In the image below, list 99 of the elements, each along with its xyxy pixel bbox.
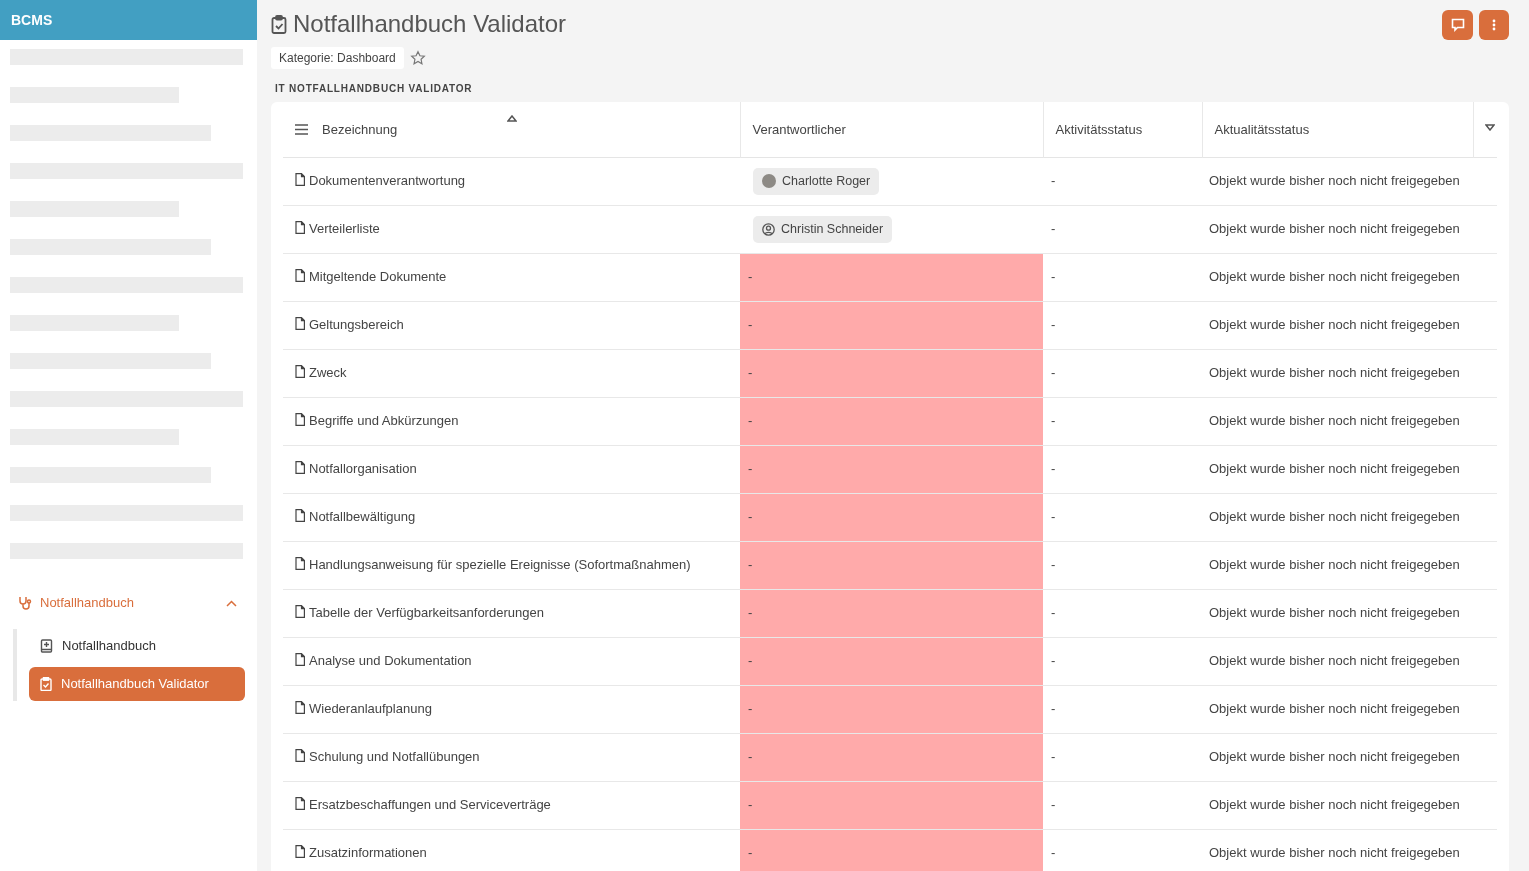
document-icon (295, 461, 305, 475)
table-cell: - (1043, 685, 1202, 733)
table-cell: Begriffe und Abkürzungen (283, 397, 740, 445)
clipboard-check-icon (40, 677, 52, 691)
menu-icon[interactable] (295, 123, 308, 135)
missing-cell: - (740, 781, 1043, 829)
table-cell: - (1043, 829, 1202, 871)
table-cell: - (1043, 253, 1202, 301)
table-cell: Objekt wurde bisher noch nicht freigegeben (1202, 493, 1497, 541)
document-icon (295, 221, 305, 235)
table-cell: Handlungsanweisung für spezielle Ereignisse (Sofortmaßnahmen) (283, 541, 740, 589)
person-chip[interactable]: Christin Schneider (753, 215, 893, 243)
table-cell: - (1043, 157, 1202, 205)
table-cell: - (1043, 541, 1202, 589)
missing-cell: - (740, 541, 1043, 589)
table-cell: Tabelle der Verfügbarkeitsanforderungen (283, 589, 740, 637)
table-cell: - (1043, 637, 1202, 685)
more-button[interactable] (1479, 9, 1509, 40)
table-cell: - (1043, 397, 1202, 445)
document-icon (295, 701, 305, 715)
table-cell: - (1043, 733, 1202, 781)
table-cell: Objekt wurde bisher noch nicht freigegeben (1202, 157, 1497, 205)
missing-cell: - (740, 445, 1043, 493)
missing-cell: - (740, 829, 1043, 871)
table-cell: Objekt wurde bisher noch nicht freigegeben (1202, 397, 1497, 445)
table-cell: Zusatzinformationen (283, 829, 740, 871)
sidebar-item[interactable]: Notfallhandbuch (29, 629, 245, 663)
clipboard-check-icon (271, 14, 287, 34)
star-icon[interactable] (409, 50, 426, 66)
table-cell: Analyse und Dokumentation (283, 637, 740, 685)
document-icon (295, 653, 305, 667)
table-cell: - (1043, 493, 1202, 541)
table-cell: Zweck (283, 349, 740, 397)
missing-cell: - (740, 253, 1043, 301)
column-header[interactable]: Aktivitätsstatus (1043, 102, 1202, 157)
column-header[interactable]: Aktualitätsstatus (1202, 102, 1473, 157)
table-cell: Objekt wurde bisher noch nicht freigegeben (1202, 349, 1497, 397)
document-icon (295, 749, 305, 763)
missing-cell: - (740, 493, 1043, 541)
table-cell: Objekt wurde bisher noch nicht freigegeben (1202, 205, 1497, 253)
comment-button[interactable] (1442, 9, 1473, 40)
document-icon (295, 845, 305, 859)
document-icon (295, 317, 305, 331)
table-cell: - (1043, 445, 1202, 493)
table-cell: Mitgeltende Dokumente (283, 253, 740, 301)
table-cell: Objekt wurde bisher noch nicht freigegeben (1202, 685, 1497, 733)
table-cell: Geltungsbereich (283, 301, 740, 349)
page-title: Notfallhandbuch Validator (293, 9, 567, 39)
category-label: Kategorie: Dashboard (271, 47, 404, 69)
user-circle-icon (762, 222, 775, 236)
table-cell: - (1043, 349, 1202, 397)
table-cell: Objekt wurde bisher noch nicht freigegeben (1202, 253, 1497, 301)
app-title: BCMS (0, 0, 257, 40)
column-header[interactable]: Bezeichnung (283, 102, 740, 157)
table-cell: - (1043, 301, 1202, 349)
table-cell: Objekt wurde bisher noch nicht freigegeben (1202, 637, 1497, 685)
table-cell: Objekt wurde bisher noch nicht freigegeben (1202, 733, 1497, 781)
table-cell: Objekt wurde bisher noch nicht freigegeben (1202, 589, 1497, 637)
comment-icon (1450, 17, 1465, 32)
table-cell: Objekt wurde bisher noch nicht freigegeben (1202, 781, 1497, 829)
table-cell: Dokumentenverantwortung (283, 157, 740, 205)
document-icon (295, 413, 305, 427)
table-cell: Notfallorganisation (283, 445, 740, 493)
book-icon (40, 639, 53, 653)
avatar (762, 174, 776, 188)
document-icon (295, 509, 305, 523)
table-cell: - (1043, 589, 1202, 637)
person-chip[interactable]: Charlotte Roger (753, 167, 880, 195)
missing-cell: - (740, 637, 1043, 685)
document-icon (295, 797, 305, 811)
column-header[interactable]: Verantwortlicher (740, 102, 1043, 157)
chevron-icon (226, 599, 237, 607)
table-cell: Objekt wurde bisher noch nicht freigegeben (1202, 301, 1497, 349)
missing-cell: - (740, 589, 1043, 637)
section-heading: IT NOTFALLHANDBUCH VALIDATOR (275, 82, 474, 96)
table-cell: Notfallbewältigung (283, 493, 740, 541)
missing-cell: - (740, 301, 1043, 349)
stethoscope-icon (18, 596, 32, 610)
document-icon (295, 605, 305, 619)
document-icon (295, 269, 305, 283)
table-cell: Verteilerliste (283, 205, 740, 253)
table-cell: Objekt wurde bisher noch nicht freigegeben (1202, 829, 1497, 871)
more-icon (1492, 18, 1496, 31)
sort-icon[interactable] (506, 115, 517, 122)
document-icon (295, 365, 305, 379)
missing-cell: - (740, 733, 1043, 781)
table-cell: Objekt wurde bisher noch nicht freigegeben (1202, 541, 1497, 589)
table-cell: Ersatzbeschaffungen und Serviceverträge (283, 781, 740, 829)
missing-cell: - (740, 349, 1043, 397)
document-icon (295, 557, 305, 571)
table-cell: - (1043, 781, 1202, 829)
missing-cell: - (740, 685, 1043, 733)
dropdown-icon[interactable] (1484, 123, 1495, 131)
table-cell: Schulung und Notfallübungen (283, 733, 740, 781)
missing-cell: - (740, 397, 1043, 445)
table-cell: Wiederanlaufplanung (283, 685, 740, 733)
table-cell: Objekt wurde bisher noch nicht freigegeben (1202, 445, 1497, 493)
document-icon (295, 173, 305, 187)
table-cell: - (1043, 205, 1202, 253)
